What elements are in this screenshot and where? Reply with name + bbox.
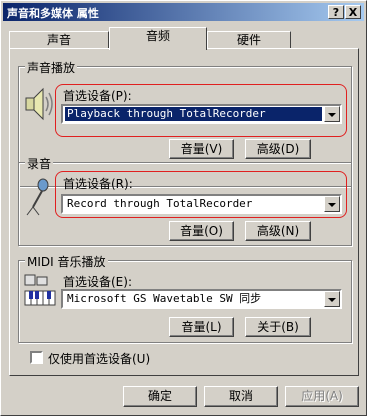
midi-device-value: Microsoft GS Wavetable SW 同步 (67, 292, 262, 305)
tab-hardware[interactable]: 硬件 (207, 31, 291, 49)
tab-sounds[interactable]: 声音 (9, 31, 109, 49)
chevron-down-icon[interactable] (324, 196, 340, 212)
playback-device-value: Playback through TotalRecorder (65, 107, 322, 121)
playback-advanced-button[interactable]: 高级(D) (245, 139, 311, 159)
speaker-icon (25, 87, 53, 121)
playback-legend: 声音播放 (25, 59, 78, 76)
tab-strip: 声音 音频 硬件 (9, 27, 359, 50)
microphone-icon (26, 178, 49, 216)
midi-device-label: 首选设备(E): (63, 275, 132, 289)
preferred-only-checkbox[interactable] (30, 351, 43, 364)
playback-volume-button[interactable]: 音量(V) (169, 139, 234, 159)
chevron-down-icon[interactable] (324, 291, 340, 307)
midi-legend: MIDI 音乐播放 (25, 253, 108, 270)
window-title: 声音和多媒体 属性 (7, 7, 99, 20)
help-button[interactable]: ? (328, 5, 344, 19)
preferred-only-label[interactable]: 仅使用首选设备(U) (48, 350, 150, 367)
midi-group: MIDI 音乐播放 首选设备(E): Microsoft GS Wavetabl… (18, 253, 352, 343)
recording-legend: 录音 (25, 155, 54, 172)
title-bar: 声音和多媒体 属性 ? X (3, 3, 364, 21)
midi-device-select[interactable]: Microsoft GS Wavetable SW 同步 (61, 289, 342, 309)
midi-volume-button[interactable]: 音量(L) (169, 317, 234, 337)
playback-device-select[interactable]: Playback through TotalRecorder (61, 104, 342, 124)
audio-panel: 声音播放 首选设备(P): Playback through TotalReco… (9, 48, 359, 376)
chevron-down-icon[interactable] (324, 106, 340, 122)
properties-window: 声音和多媒体 属性 ? X 声音 音频 硬件 声音播放 首选设备(P): Pla… (0, 0, 367, 416)
recording-device-value: Record through TotalRecorder (67, 197, 253, 210)
recording-group: 录音 首选设备(R): Record through TotalRecorder… (18, 155, 352, 246)
recording-device-label: 首选设备(R): (63, 177, 133, 191)
cancel-button[interactable]: 取消 (204, 386, 278, 407)
tab-audio[interactable]: 音频 (109, 27, 207, 50)
close-button[interactable]: X (345, 5, 361, 19)
ok-button[interactable]: 确定 (123, 386, 197, 407)
recording-device-select[interactable]: Record through TotalRecorder (61, 194, 342, 214)
midi-about-button[interactable]: 关于(B) (245, 317, 311, 337)
midi-keyboard-icon (24, 274, 56, 306)
apply-button[interactable]: 应用(A) (285, 386, 359, 407)
recording-volume-button[interactable]: 音量(O) (169, 221, 234, 241)
playback-device-label: 首选设备(P): (63, 89, 132, 103)
recording-advanced-button[interactable]: 高级(N) (245, 221, 311, 241)
